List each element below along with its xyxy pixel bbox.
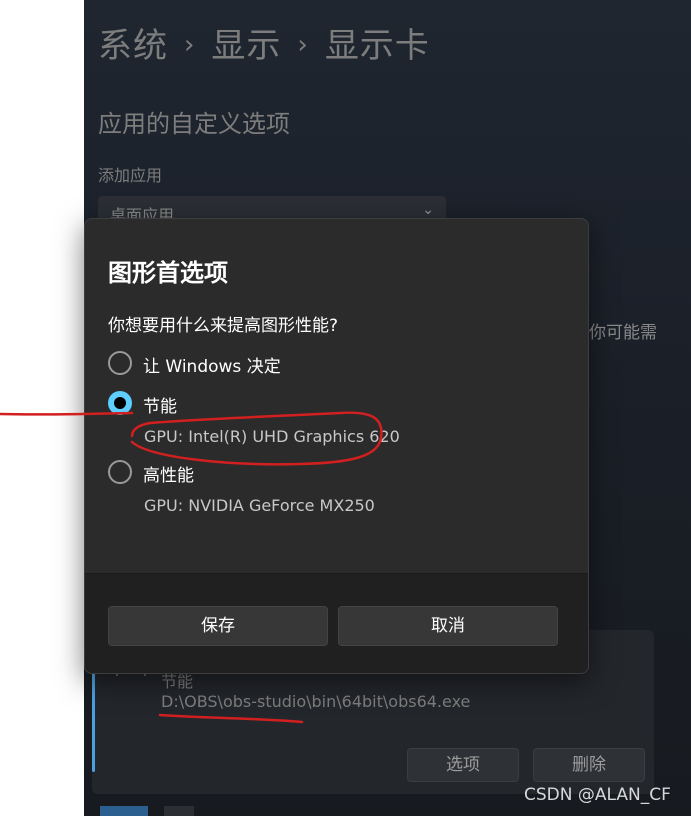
dialog-footer: 保存 取消 bbox=[85, 573, 588, 673]
watermark: CSDN @ALAN_CF bbox=[524, 785, 671, 805]
cancel-button[interactable]: 取消 bbox=[338, 606, 558, 646]
chevron-down-icon: ⌄ bbox=[422, 202, 434, 218]
high-performance-gpu-name: GPU: NVIDIA GeForce MX250 bbox=[144, 496, 375, 515]
breadcrumb-chevron-icon: › bbox=[297, 30, 309, 60]
graphics-preference-dialog: 图形首选项 你想要用什么来提高图形性能? 让 Windows 决定 节能 GPU… bbox=[84, 218, 589, 674]
save-button[interactable]: 保存 bbox=[108, 606, 328, 646]
radio-button-selected[interactable] bbox=[108, 391, 132, 415]
delete-button[interactable]: 删除 bbox=[533, 748, 645, 782]
add-app-label: 添加应用 bbox=[98, 166, 163, 185]
breadcrumb-display[interactable]: 显示 bbox=[211, 26, 281, 66]
next-app-label bbox=[164, 806, 194, 816]
power-saving-gpu-name: GPU: Intel(R) UHD Graphics 620 bbox=[144, 427, 400, 446]
breadcrumb-chevron-icon: › bbox=[184, 30, 196, 60]
breadcrumb: 系统 › 显示 › 显示卡 bbox=[98, 18, 430, 67]
radio-button[interactable] bbox=[108, 351, 132, 375]
radio-label: 让 Windows 决定 bbox=[143, 357, 281, 377]
app-path: D:\OBS\obs-studio\bin\64bit\obs64.exe bbox=[161, 692, 471, 711]
section-title: 应用的自定义选项 bbox=[98, 110, 290, 138]
next-app-icon bbox=[100, 806, 148, 816]
description-text: 你可能需 bbox=[589, 323, 657, 343]
radio-label: 节能 bbox=[143, 397, 177, 417]
radio-button[interactable] bbox=[108, 460, 132, 484]
breadcrumb-system[interactable]: 系统 bbox=[98, 26, 168, 66]
options-button[interactable]: 选项 bbox=[407, 748, 519, 782]
page-title: 显示卡 bbox=[324, 26, 430, 66]
dialog-title: 图形首选项 bbox=[108, 259, 228, 287]
blank-margin bbox=[0, 0, 84, 816]
radio-label: 高性能 bbox=[143, 466, 194, 486]
dialog-question: 你想要用什么来提高图形性能? bbox=[108, 316, 339, 336]
